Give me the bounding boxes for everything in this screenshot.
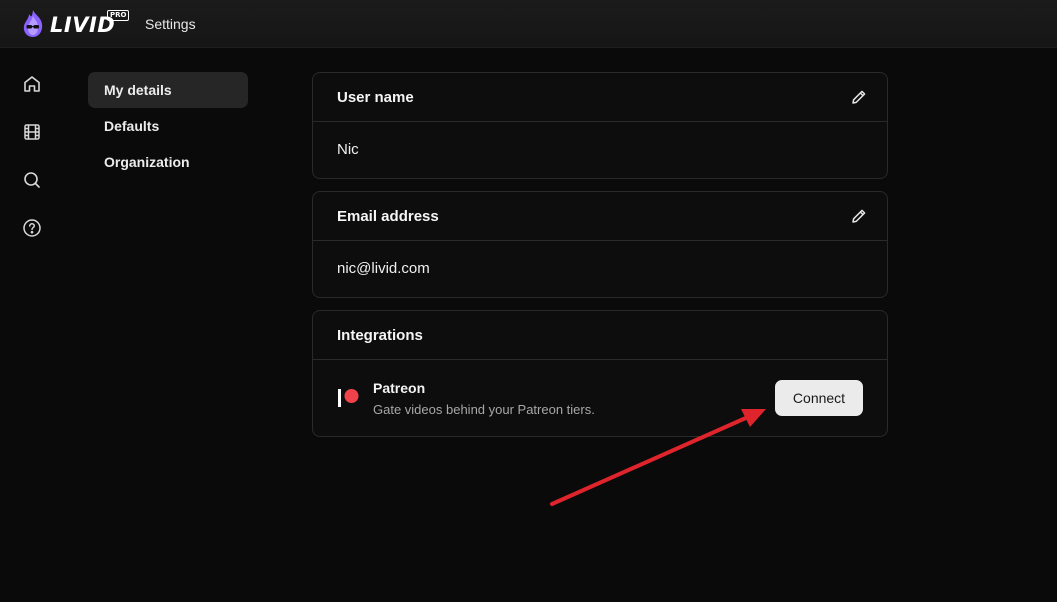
home-icon (24, 76, 40, 92)
integration-name: Patreon (373, 380, 426, 396)
help-nav-button[interactable] (19, 215, 45, 241)
username-value: Nic (337, 141, 359, 158)
username-card-header: User name (313, 73, 887, 122)
icon-rail (0, 48, 64, 602)
top-bar: LIVID PRO Settings (0, 0, 1057, 48)
subnav-item-organization[interactable]: Organization (88, 144, 248, 180)
email-card-header: Email address (313, 192, 887, 241)
pro-badge: PRO (107, 10, 130, 21)
integration-row-patreon: Patreon Gate videos behind your Patreon … (313, 360, 887, 436)
page-title: Settings (145, 16, 196, 32)
email-value: nic@livid.com (337, 260, 430, 277)
integrations-card-header: Integrations (313, 311, 887, 360)
connect-patreon-button[interactable]: Connect (775, 380, 863, 416)
home-nav-button[interactable] (19, 71, 45, 97)
help-icon (23, 219, 41, 237)
username-title: User name (337, 89, 414, 106)
username-card: User name Nic (312, 72, 888, 179)
flame-logo-icon (23, 10, 43, 37)
integration-description: Gate videos behind your Patreon tiers. (373, 402, 595, 417)
email-title: Email address (337, 208, 439, 225)
film-icon (24, 124, 40, 140)
search-icon (24, 172, 40, 188)
edit-email-pencil-icon[interactable] (850, 207, 868, 225)
logo-wordmark: LIVID (50, 13, 116, 37)
subnav-item-defaults[interactable]: Defaults (88, 108, 248, 144)
email-card: Email address nic@livid.com (312, 191, 888, 298)
integrations-card: Integrations Patreon Gate videos behind … (312, 310, 888, 437)
email-card-body: nic@livid.com (313, 241, 887, 297)
edit-username-pencil-icon[interactable] (850, 88, 868, 106)
settings-subnav: My details Defaults Organization (88, 72, 248, 180)
subnav-item-my-details[interactable]: My details (88, 72, 248, 108)
videos-nav-button[interactable] (19, 119, 45, 145)
search-nav-button[interactable] (19, 167, 45, 193)
app-logo[interactable]: LIVID PRO (20, 9, 130, 39)
integrations-title: Integrations (337, 327, 423, 344)
patreon-logo-icon (338, 389, 359, 407)
username-card-body: Nic (313, 122, 887, 178)
